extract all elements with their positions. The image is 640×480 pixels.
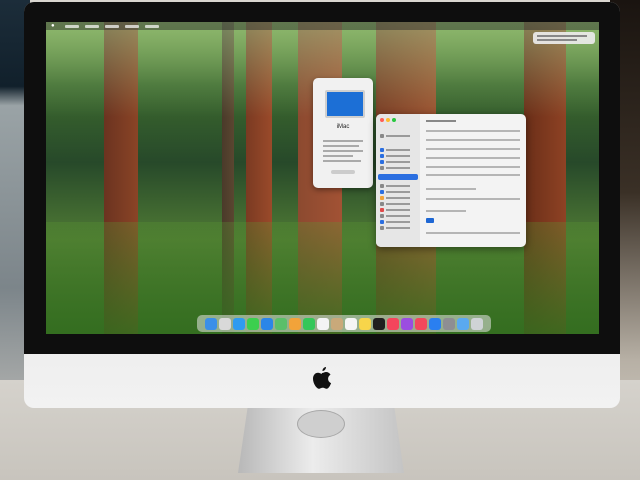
apple-logo-icon xyxy=(313,367,332,389)
sidebar-item[interactable] xyxy=(380,153,416,158)
sidebar-item[interactable] xyxy=(380,219,416,224)
settings-sidebar xyxy=(376,114,420,247)
dock xyxy=(197,315,491,332)
music-icon[interactable] xyxy=(387,317,399,330)
news-icon[interactable] xyxy=(415,317,427,330)
menu-item[interactable] xyxy=(125,24,139,28)
sidebar-item[interactable] xyxy=(380,195,416,200)
app-store-icon[interactable] xyxy=(429,317,441,330)
notification-banner[interactable] xyxy=(533,32,595,44)
display-bezel: ● iMac xyxy=(24,2,620,354)
apple-menu-icon[interactable]: ● xyxy=(51,23,61,29)
system-settings-icon[interactable] xyxy=(443,317,455,330)
sidebar-item[interactable] xyxy=(380,183,416,188)
sidebar-item[interactable] xyxy=(380,133,416,138)
sidebar-selected-item[interactable] xyxy=(378,174,418,180)
trash-icon[interactable] xyxy=(471,317,483,330)
zoom-button[interactable] xyxy=(392,118,396,122)
about-this-mac-window[interactable]: iMac xyxy=(313,78,373,188)
facetime-icon[interactable] xyxy=(303,317,315,330)
about-window-title: iMac xyxy=(336,124,350,130)
sidebar-item[interactable] xyxy=(380,201,416,206)
desktop-screen: ● iMac xyxy=(46,22,599,334)
sidebar-item[interactable] xyxy=(380,225,416,230)
photos-icon[interactable] xyxy=(289,317,301,330)
mail-icon[interactable] xyxy=(261,317,273,330)
sidebar-item[interactable] xyxy=(380,207,416,212)
sidebar-item[interactable] xyxy=(380,159,416,164)
imac: ● iMac xyxy=(24,2,620,408)
sidebar-item[interactable] xyxy=(380,147,416,152)
imac-monitor-icon xyxy=(325,90,365,118)
menu-item[interactable] xyxy=(85,24,99,28)
sidebar-item[interactable] xyxy=(380,165,416,170)
settings-toggle[interactable] xyxy=(426,218,434,223)
settings-content xyxy=(420,114,526,247)
notes-icon[interactable] xyxy=(359,317,371,330)
maps-icon[interactable] xyxy=(275,317,287,330)
window-controls xyxy=(380,118,396,122)
menu-bar-items xyxy=(65,24,159,28)
close-button[interactable] xyxy=(380,118,384,122)
menu-item[interactable] xyxy=(145,24,159,28)
menu-bar: ● xyxy=(46,22,599,30)
menu-item[interactable] xyxy=(105,24,119,28)
tv-icon[interactable] xyxy=(373,317,385,330)
safari-icon[interactable] xyxy=(233,317,245,330)
minimize-button[interactable] xyxy=(386,118,390,122)
folder-icon[interactable] xyxy=(457,317,469,330)
menu-item[interactable] xyxy=(65,24,79,28)
sidebar-item[interactable] xyxy=(380,213,416,218)
calendar-icon[interactable] xyxy=(317,317,329,330)
sidebar-item[interactable] xyxy=(380,189,416,194)
launchpad-icon[interactable] xyxy=(219,317,231,330)
finder-icon[interactable] xyxy=(205,317,217,330)
reminders-icon[interactable] xyxy=(345,317,357,330)
messages-icon[interactable] xyxy=(247,317,259,330)
stand-cable-hole xyxy=(297,410,345,438)
system-settings-window[interactable] xyxy=(376,114,526,247)
podcasts-icon[interactable] xyxy=(401,317,413,330)
contacts-icon[interactable] xyxy=(331,317,343,330)
